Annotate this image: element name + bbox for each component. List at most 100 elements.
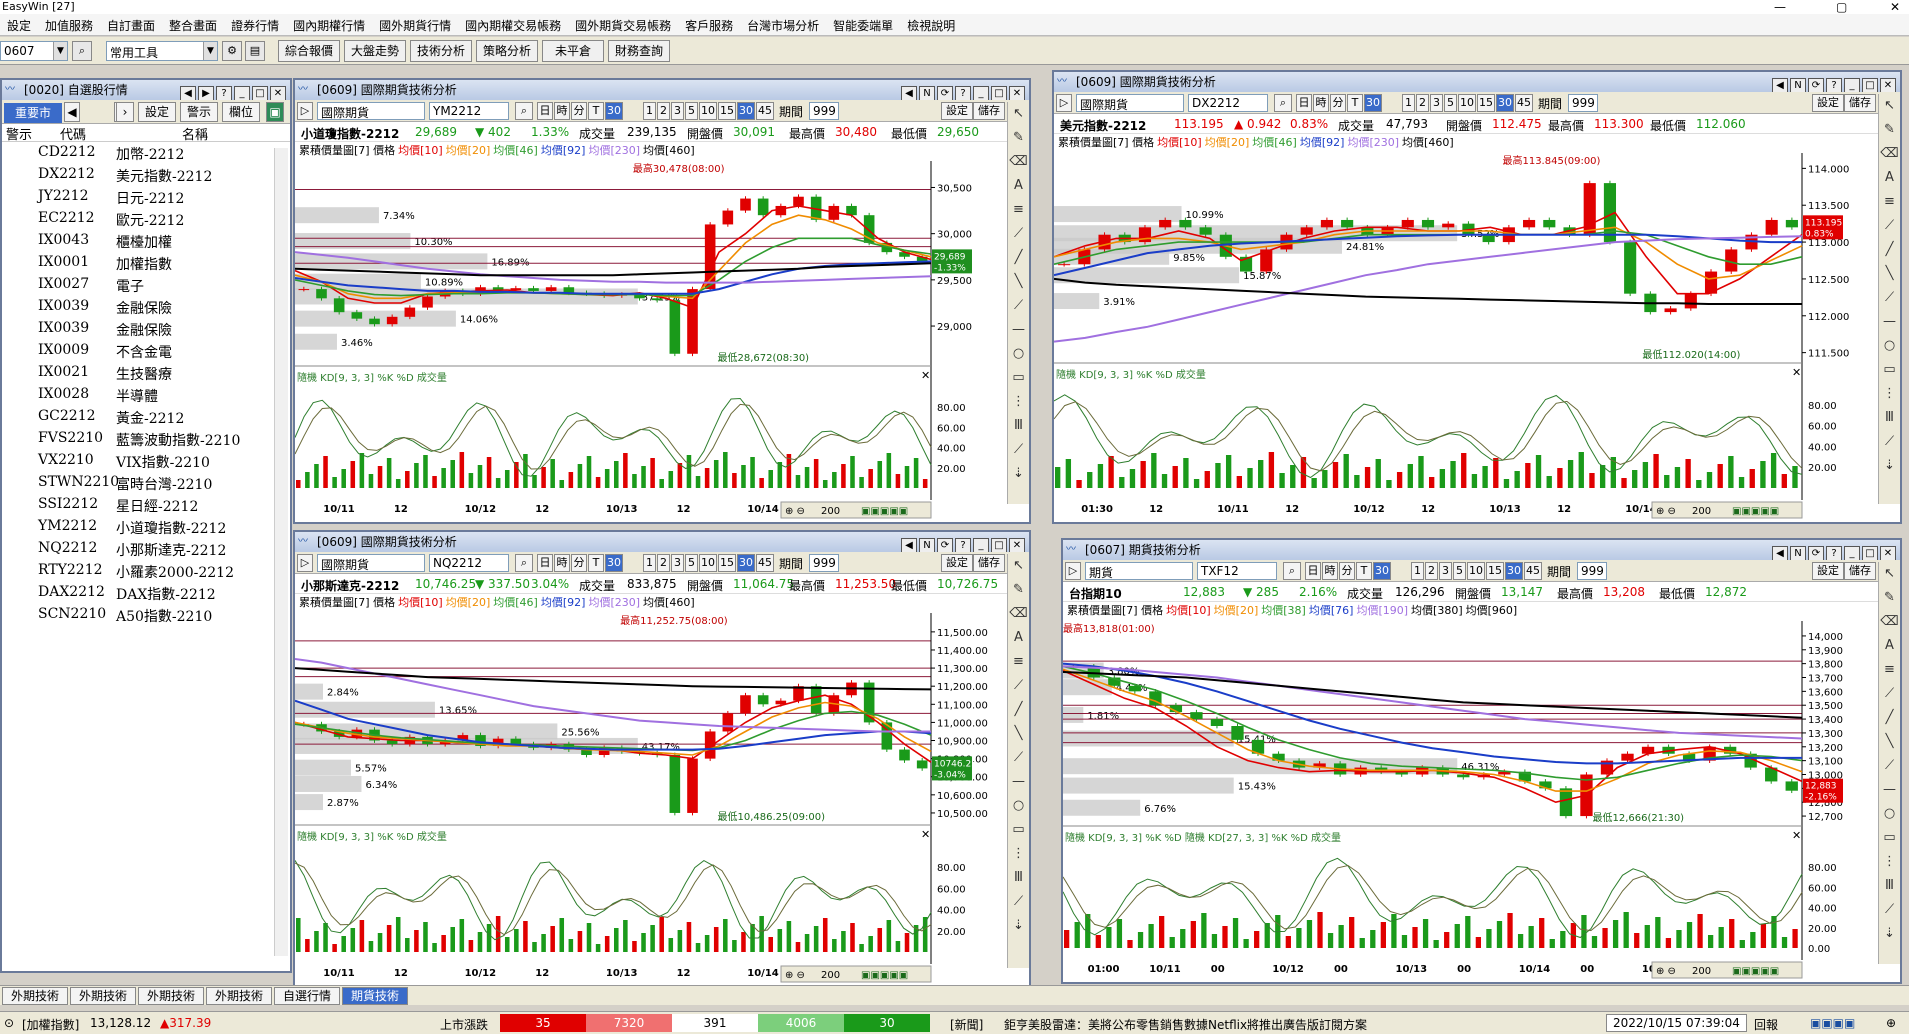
period-button[interactable]: 時 [554,554,570,572]
minimize-icon[interactable]: _ [973,538,989,553]
interval-button[interactable]: 10 [1458,94,1476,112]
rect-icon[interactable]: ▭ [1879,826,1900,850]
back-icon[interactable]: ◀ [901,86,917,101]
search-icon[interactable]: ⌕ [515,554,533,572]
menu-icon[interactable]: ≡ [1879,190,1900,214]
menu-item[interactable]: 國外期貨行情 [372,14,458,34]
save-button[interactable]: 儲存 [973,554,1005,572]
period-input[interactable]: 999 [809,554,839,572]
gann-icon[interactable]: Ⅲ [1008,414,1029,438]
hline-icon[interactable]: — [1879,310,1900,334]
interval-button[interactable]: 30 [1496,94,1514,112]
menu-item[interactable]: 自訂畫面 [100,14,162,34]
menu-item[interactable]: 證券行情 [224,14,286,34]
list-item[interactable]: SSI2212 星日經-2212 [2,494,290,516]
settings-button[interactable]: 設定 [138,102,176,122]
list-item[interactable]: EC2212 歐元-2212 [2,208,290,230]
line-icon[interactable]: ╲ [1879,262,1900,286]
pen-icon[interactable]: ✎ [1879,118,1900,142]
interval-button[interactable]: 45 [756,102,774,120]
restore-icon[interactable]: □ [252,86,268,101]
watchlist-scrollbar[interactable] [274,148,288,956]
eraser-icon[interactable]: ⌫ [1879,610,1900,634]
interval-button[interactable]: 30 [737,554,755,572]
list-item[interactable]: GC2212 黃金-2212 [2,406,290,428]
list-item[interactable]: IX0028 半導體 [2,384,290,406]
play-icon[interactable]: ▷ [297,102,313,120]
period-button[interactable]: T [1356,562,1372,580]
period-button[interactable]: 時 [554,102,570,120]
minimize-icon[interactable]: _ [1844,546,1860,561]
save-button[interactable]: 儲存 [1844,94,1876,112]
channel-icon[interactable]: ⟋ [1879,430,1900,454]
interval-button[interactable]: 10 [699,554,717,572]
nav-icon[interactable]: N [1790,78,1806,93]
interval-button[interactable]: 2 [1425,562,1438,580]
close-pane-icon[interactable]: ✕ [921,828,930,841]
interval-select[interactable]: 30 [605,554,623,572]
ruler-icon[interactable]: ⟋ [1008,674,1029,698]
layout-icon[interactable]: ▤ [245,41,265,61]
chevron-down-icon[interactable]: ▼ [53,42,67,60]
interval-button[interactable]: 1 [643,554,656,572]
report-button[interactable]: 回報 [1754,1016,1778,1033]
refresh-icon[interactable]: ⟳ [937,538,953,553]
interval-button[interactable]: 2 [1416,94,1429,112]
chart-area[interactable]: 10.99%34.52%24.81%9.85%15.87%3.91%114.00… [1054,153,1876,522]
pen-icon[interactable]: ✎ [1008,126,1029,150]
watchlist-group-tab[interactable]: 重要市 [4,103,62,123]
cursor-icon[interactable]: ↖ [1008,554,1029,578]
interval-button[interactable]: 15 [718,554,736,572]
interval-button[interactable]: 1 [1402,94,1415,112]
bottom-tab[interactable]: 外期技術 [2,987,68,1005]
settings-button[interactable]: 設定 [941,102,973,120]
trend-icon[interactable]: ⟋ [1879,286,1900,310]
interval-button[interactable]: 10 [1467,562,1485,580]
interval-button[interactable]: 2 [657,554,670,572]
chart-area[interactable]: 2.84%13.65%25.56%43.17%5.57%6.34%2.87%11… [295,613,1005,986]
circle-icon[interactable]: ○ [1008,342,1029,366]
menu-item[interactable]: 整合畫面 [162,14,224,34]
list-item[interactable]: YM2212 小道瓊指數-2212 [2,516,290,538]
zoom-control[interactable]: ⊕ ⊖ 200 ▣▣▣▣▣ [1651,961,1803,979]
interval-button[interactable]: 45 [756,554,774,572]
col-alert[interactable]: 警示 [6,124,32,143]
window-layout-icons[interactable]: ▣▣▣▣ [1810,1016,1855,1030]
search-icon[interactable]: ⌕ [1283,562,1301,580]
minimize-icon[interactable]: _ [234,86,250,101]
close-icon[interactable]: ✕ [1009,538,1025,553]
next-icon[interactable]: › [116,102,134,122]
channel-icon[interactable]: ⟋ [1879,898,1900,922]
restore-icon[interactable]: □ [991,538,1007,553]
list-item[interactable]: IX0039 金融保險 [2,318,290,340]
interval-button[interactable]: 5 [685,102,698,120]
list-item[interactable]: STWN2210 富時台灣-2210 [2,472,290,494]
menu-item[interactable]: 台灣市場分析 [740,14,826,34]
bottom-tab[interactable]: 外期技術 [206,987,272,1005]
gann-icon[interactable]: Ⅲ [1879,406,1900,430]
list-item[interactable]: JY2212 日元-2212 [2,186,290,208]
chart-area[interactable]: 7.34%10.30%16.89%10.89%37.23%14.06%3.46%… [295,161,1005,522]
settings-button[interactable]: 設定 [1812,94,1844,112]
zoom-control[interactable]: ⊕ ⊖ 200 ▣▣▣▣▣ [780,501,932,519]
menu-item[interactable]: 國內期權行情 [286,14,372,34]
interval-select[interactable]: 30 [1373,562,1391,580]
list-item[interactable]: NQ2212 小那斯達克-2212 [2,538,290,560]
toolbar-button[interactable]: 策略分析 [476,40,538,62]
period-button[interactable]: T [588,102,604,120]
refresh-icon[interactable]: ⟳ [1808,546,1824,561]
help-icon[interactable]: ? [216,86,232,101]
menu-item[interactable]: 智能委端單 [826,14,900,34]
play-icon[interactable]: ▷ [1056,94,1072,112]
prev-icon[interactable]: ◀ [64,102,80,122]
export-icon[interactable]: ▣ [266,102,284,122]
more-icon[interactable]: ⇣ [1008,914,1029,938]
tools-combo[interactable]: 常用工具 ▼ [106,41,218,61]
close-icon[interactable]: ✕ [270,86,286,101]
list-item[interactable]: VX2210 VIX指數-2210 [2,450,290,472]
menu-item[interactable]: 設定 [0,14,38,34]
help-icon[interactable]: ? [1826,546,1842,561]
restore-icon[interactable]: □ [991,86,1007,101]
list-item[interactable]: DAX2212 DAX指數-2212 [2,582,290,604]
interval-button[interactable]: 1 [1411,562,1424,580]
